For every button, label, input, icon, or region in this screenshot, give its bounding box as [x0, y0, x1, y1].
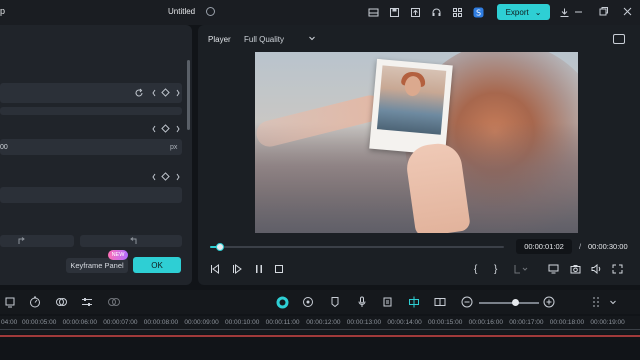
- export-label: Export: [505, 7, 529, 17]
- close-icon[interactable]: [622, 6, 633, 17]
- current-time[interactable]: 00:00:01:02: [516, 239, 572, 254]
- flip-vertical-button[interactable]: [80, 235, 182, 247]
- ruler-tick-label: 00:00:10:00: [225, 319, 260, 326]
- render-icon[interactable]: [302, 296, 314, 308]
- ruler-tick-label: 00:00:11:00: [265, 319, 300, 326]
- speed-icon[interactable]: [29, 296, 41, 308]
- quality-select[interactable]: Full Quality: [244, 35, 284, 44]
- clip-marker-icon[interactable]: [514, 264, 528, 274]
- timeline-toolbar: [0, 290, 640, 314]
- split-screen-icon[interactable]: [434, 296, 446, 308]
- video-preview[interactable]: [255, 52, 578, 233]
- export-button[interactable]: Export ⌄: [497, 4, 550, 20]
- ruler-tick-label: 00:00:07:00: [103, 319, 138, 326]
- marker-icon[interactable]: [329, 296, 341, 308]
- microphone-icon[interactable]: [356, 296, 368, 308]
- ruler-tick-label: 00:00:16:00: [468, 319, 503, 326]
- keyframe-panel-button[interactable]: Keyframe Panel: [66, 258, 128, 273]
- keyframe-nav-icon[interactable]: [152, 172, 182, 182]
- volume-icon[interactable]: [591, 264, 602, 274]
- ok-button[interactable]: OK: [133, 257, 181, 273]
- total-time: 00:00:30:00: [588, 242, 628, 251]
- app-name: p: [0, 6, 6, 16]
- restore-icon[interactable]: [598, 6, 609, 17]
- pause-icon[interactable]: [254, 264, 264, 274]
- player-panel: Player Full Quality 00:00:01:02 / 00:00:…: [198, 25, 640, 285]
- upload-icon[interactable]: [410, 7, 421, 18]
- panel-scrollbar[interactable]: [187, 60, 190, 130]
- zoom-in-icon[interactable]: [543, 296, 555, 308]
- position-unit: px: [170, 144, 178, 151]
- chevron-down-icon: ⌄: [534, 7, 542, 17]
- link-clips-icon[interactable]: [107, 296, 121, 308]
- track-indicator: [0, 335, 640, 337]
- ruler-tick-label: 00:00:09:00: [184, 319, 219, 326]
- ai-mate-icon[interactable]: [276, 296, 289, 309]
- new-badge: NEW: [108, 250, 128, 260]
- snap-icon[interactable]: [408, 296, 420, 308]
- chevron-down-icon[interactable]: [609, 296, 617, 308]
- flip-icon: [18, 237, 25, 244]
- adjust-icon[interactable]: [81, 296, 93, 308]
- display-icon[interactable]: [548, 264, 559, 274]
- property-field[interactable]: [0, 187, 182, 203]
- headset-icon[interactable]: [431, 7, 442, 18]
- apps-icon[interactable]: [452, 7, 463, 18]
- zoom-slider[interactable]: [479, 299, 539, 306]
- brand-icon[interactable]: S: [473, 7, 484, 18]
- ruler-tick-label: 00:00:15:00: [428, 319, 463, 326]
- fullscreen-icon[interactable]: [612, 264, 623, 274]
- polaroid-photo: [369, 58, 453, 156]
- properties-panel: 00 px Keyframe Panel NEW OK: [0, 25, 192, 285]
- reset-icon[interactable]: [134, 88, 144, 98]
- time-separator: /: [579, 242, 582, 251]
- keyframe-nav-icon[interactable]: [152, 88, 182, 98]
- voiceover-icon[interactable]: [382, 296, 394, 308]
- color-match-icon[interactable]: [55, 296, 67, 308]
- rotate-icon: [130, 237, 137, 244]
- grid-menu-icon[interactable]: [592, 296, 602, 308]
- timeline-ruler[interactable]: 04:00 00:00:05:00 00:00:06:00 00:00:07:00 00…: [0, 316, 640, 334]
- ruler-tick-label: 00:00:05:00: [22, 319, 57, 326]
- play-icon[interactable]: [232, 264, 242, 274]
- position-field[interactable]: [0, 139, 182, 155]
- ruler-tick-label: 00:00:06:00: [62, 319, 97, 326]
- save-icon[interactable]: [389, 7, 400, 18]
- playhead-handle[interactable]: [216, 243, 225, 251]
- keyframe-nav-icon[interactable]: [152, 124, 182, 134]
- ruler-tick-label: 00:00:13:00: [346, 319, 382, 326]
- position-value: 00: [0, 144, 8, 151]
- playback-progress[interactable]: [210, 243, 504, 251]
- zoom-out-icon[interactable]: [461, 296, 473, 308]
- title-bar: p Untitled S Export ⌄: [0, 0, 640, 25]
- camera-icon[interactable]: [570, 264, 581, 274]
- ruler-tick-label: 00:00:12:00: [306, 319, 341, 326]
- property-slider-row[interactable]: [0, 107, 182, 115]
- mark-in-button[interactable]: {: [474, 264, 477, 276]
- document-title: Untitled: [168, 7, 196, 16]
- svg-text:S: S: [476, 8, 481, 17]
- previous-frame-icon[interactable]: [210, 264, 220, 274]
- timeline-tracks[interactable]: [0, 334, 640, 360]
- stop-icon[interactable]: [274, 264, 284, 274]
- snapshot-settings-icon[interactable]: [613, 34, 625, 44]
- crop-icon[interactable]: [4, 296, 16, 308]
- flip-horizontal-button[interactable]: [0, 235, 74, 247]
- download-icon[interactable]: [559, 7, 570, 18]
- minimize-icon[interactable]: [573, 6, 584, 17]
- ruler-tick-label: 00:00:14:00: [387, 319, 422, 326]
- ruler-tick-label: 00:00:08:00: [143, 319, 179, 326]
- mark-out-button[interactable]: }: [494, 264, 497, 276]
- zoom-handle[interactable]: [511, 299, 519, 306]
- chevron-down-icon[interactable]: [308, 34, 316, 42]
- player-label: Player: [208, 35, 231, 44]
- save-status-icon: [206, 7, 215, 16]
- layout-icon[interactable]: [368, 7, 379, 18]
- ruler-tick-label: 00:00:17:00: [509, 319, 544, 326]
- ruler-tick-label: 00:00:19:00: [590, 319, 625, 326]
- ruler-tick-label: 00:00:18:00: [549, 319, 585, 326]
- ruler-tick-label: 04:00: [1, 319, 18, 326]
